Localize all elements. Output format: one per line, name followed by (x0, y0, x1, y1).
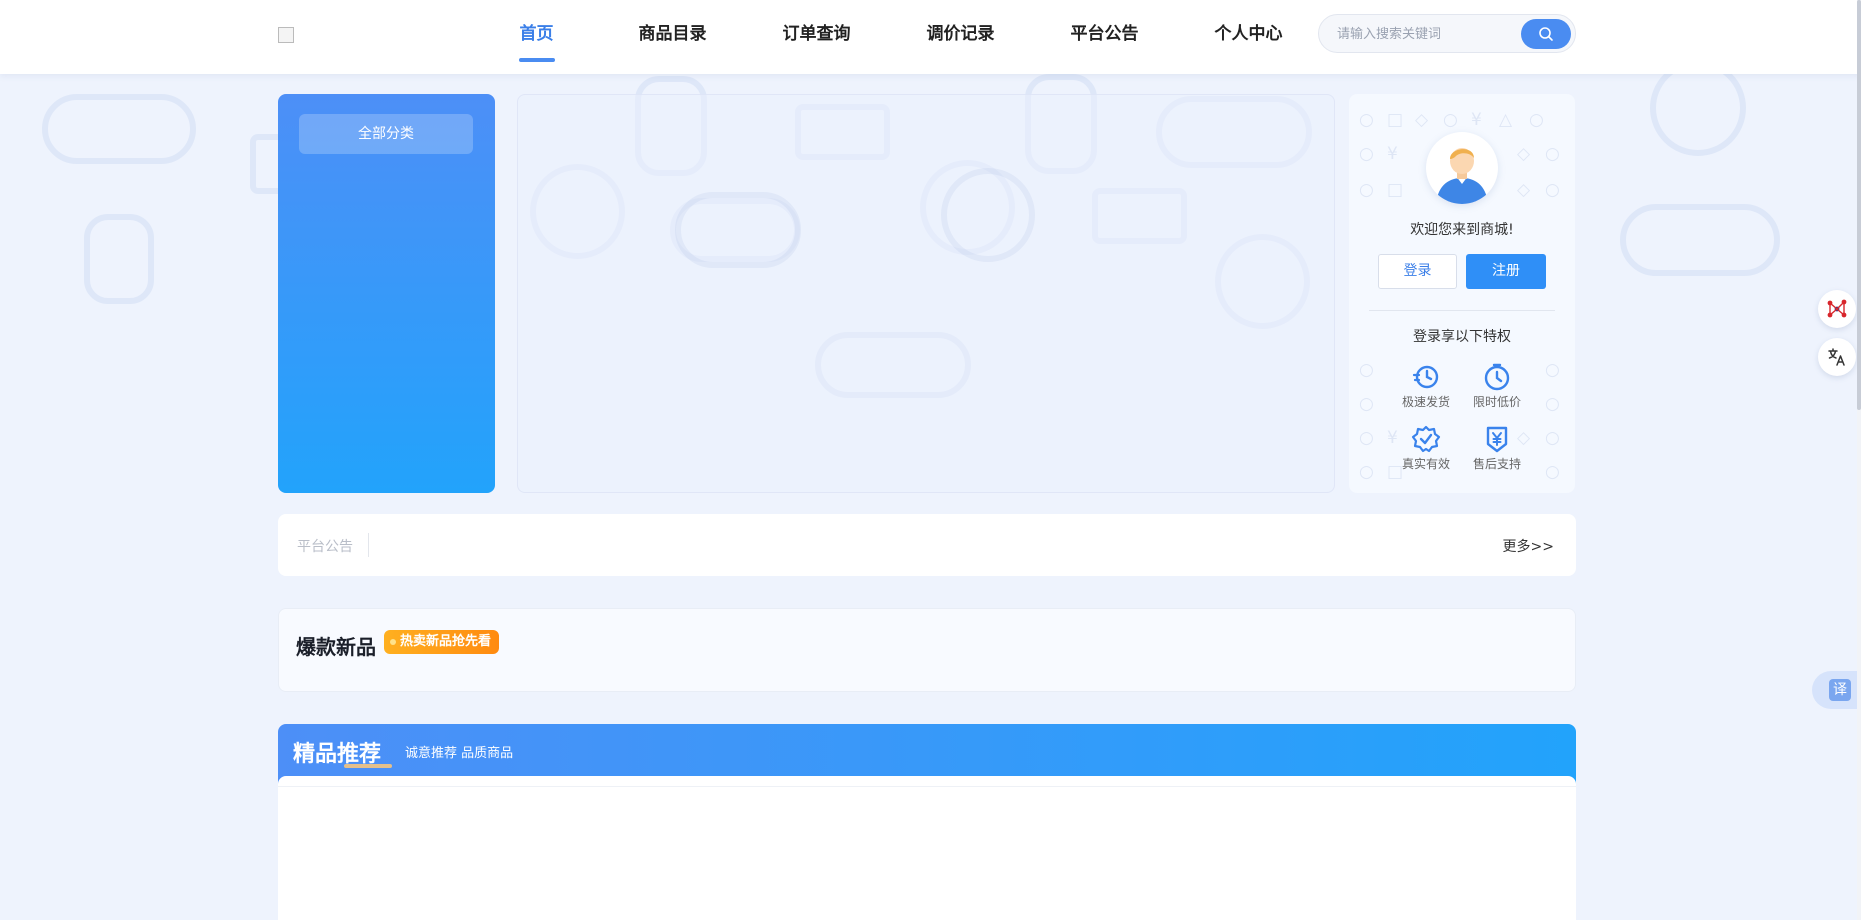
divider (368, 533, 369, 557)
nav-order-query[interactable]: 订单查询 (774, 0, 859, 74)
recommended-content (278, 776, 1576, 920)
floating-extension-button[interactable] (1818, 290, 1856, 328)
main-nav: 首页 商品目录 订单查询 调价记录 平台公告 个人中心 (500, 0, 1291, 74)
timer-icon (1484, 363, 1510, 391)
nav-price-log[interactable]: 调价记录 (918, 0, 1003, 74)
clock-fast-icon (1412, 365, 1439, 389)
category-panel: 全部分类 (278, 94, 495, 493)
announcement-more-link[interactable]: 更多>> (1503, 536, 1554, 556)
announcement-bar: 平台公告 更多>> (278, 514, 1576, 576)
user-card: ○ □ ◇ ○ ¥ △ ○ ○ ¥ ◇ ○ ○ □ ◇ ○ ○ ○ ○ ○ ○ ¥ ◇ ○ ○ □ ○ 欢迎您来到商… (1349, 94, 1575, 493)
privilege-title: 登录享以下特权 (1413, 329, 1511, 345)
translate-side-tab[interactable]: 译 (1812, 671, 1861, 709)
perk-label: 真实有效 (1401, 457, 1450, 471)
banner-carousel[interactable] (517, 94, 1335, 493)
nav-home[interactable]: 首页 (500, 0, 573, 74)
welcome-text: 欢迎您来到商城! (1410, 222, 1514, 238)
network-icon (1827, 299, 1847, 318)
perk-after-sales: 售后支持 (1462, 424, 1532, 472)
search-input[interactable] (1337, 23, 1507, 45)
floating-translate-button[interactable] (1818, 338, 1856, 376)
nav-announcements[interactable]: 平台公告 (1062, 0, 1147, 74)
verified-badge-icon (1411, 425, 1441, 453)
search-icon (1539, 27, 1553, 41)
nav-catalog[interactable]: 商品目录 (630, 0, 715, 74)
recommended-subtitle: 诚意推荐 品质商品 (405, 746, 514, 761)
banner-placeholder-graphic (675, 168, 1035, 398)
announcement-label: 平台公告 (297, 539, 353, 555)
search-box (1318, 14, 1576, 53)
all-categories-button[interactable]: 全部分类 (299, 114, 473, 154)
translate-icon (1828, 348, 1845, 366)
yen-shield-icon (1486, 426, 1508, 453)
top-header: 首页 商品目录 订单查询 调价记录 平台公告 个人中心 (0, 0, 1861, 74)
divider (278, 786, 1576, 787)
login-button[interactable]: 登录 (1378, 254, 1457, 289)
divider (1369, 310, 1555, 311)
hot-new-tag: 热卖新品抢先看 (384, 630, 500, 654)
perk-label: 限时低价 (1472, 395, 1521, 409)
avatar (1426, 132, 1498, 204)
perk-limited-price: 限时低价 (1462, 362, 1532, 410)
search-button[interactable] (1521, 19, 1571, 49)
scrollbar-thumb[interactable] (1857, 0, 1861, 410)
perk-label: 售后支持 (1472, 457, 1521, 471)
recommended-section: 精品推荐 诚意推荐 品质商品 (278, 724, 1576, 920)
perk-authentic: 真实有效 (1391, 424, 1461, 472)
translate-tab-label: 译 (1829, 679, 1851, 701)
new-products-title: 爆款新品 (296, 635, 376, 659)
recommended-title: 精品推荐 (293, 742, 382, 767)
perk-fast-delivery: 极速发货 (1391, 362, 1461, 410)
perk-label: 极速发货 (1401, 395, 1450, 409)
register-button[interactable]: 注册 (1466, 254, 1546, 289)
nav-personal-center[interactable]: 个人中心 (1206, 0, 1291, 74)
site-logo[interactable] (278, 27, 294, 43)
user-avatar-icon (1436, 148, 1488, 204)
new-products-section: 爆款新品 热卖新品抢先看 (278, 608, 1576, 692)
